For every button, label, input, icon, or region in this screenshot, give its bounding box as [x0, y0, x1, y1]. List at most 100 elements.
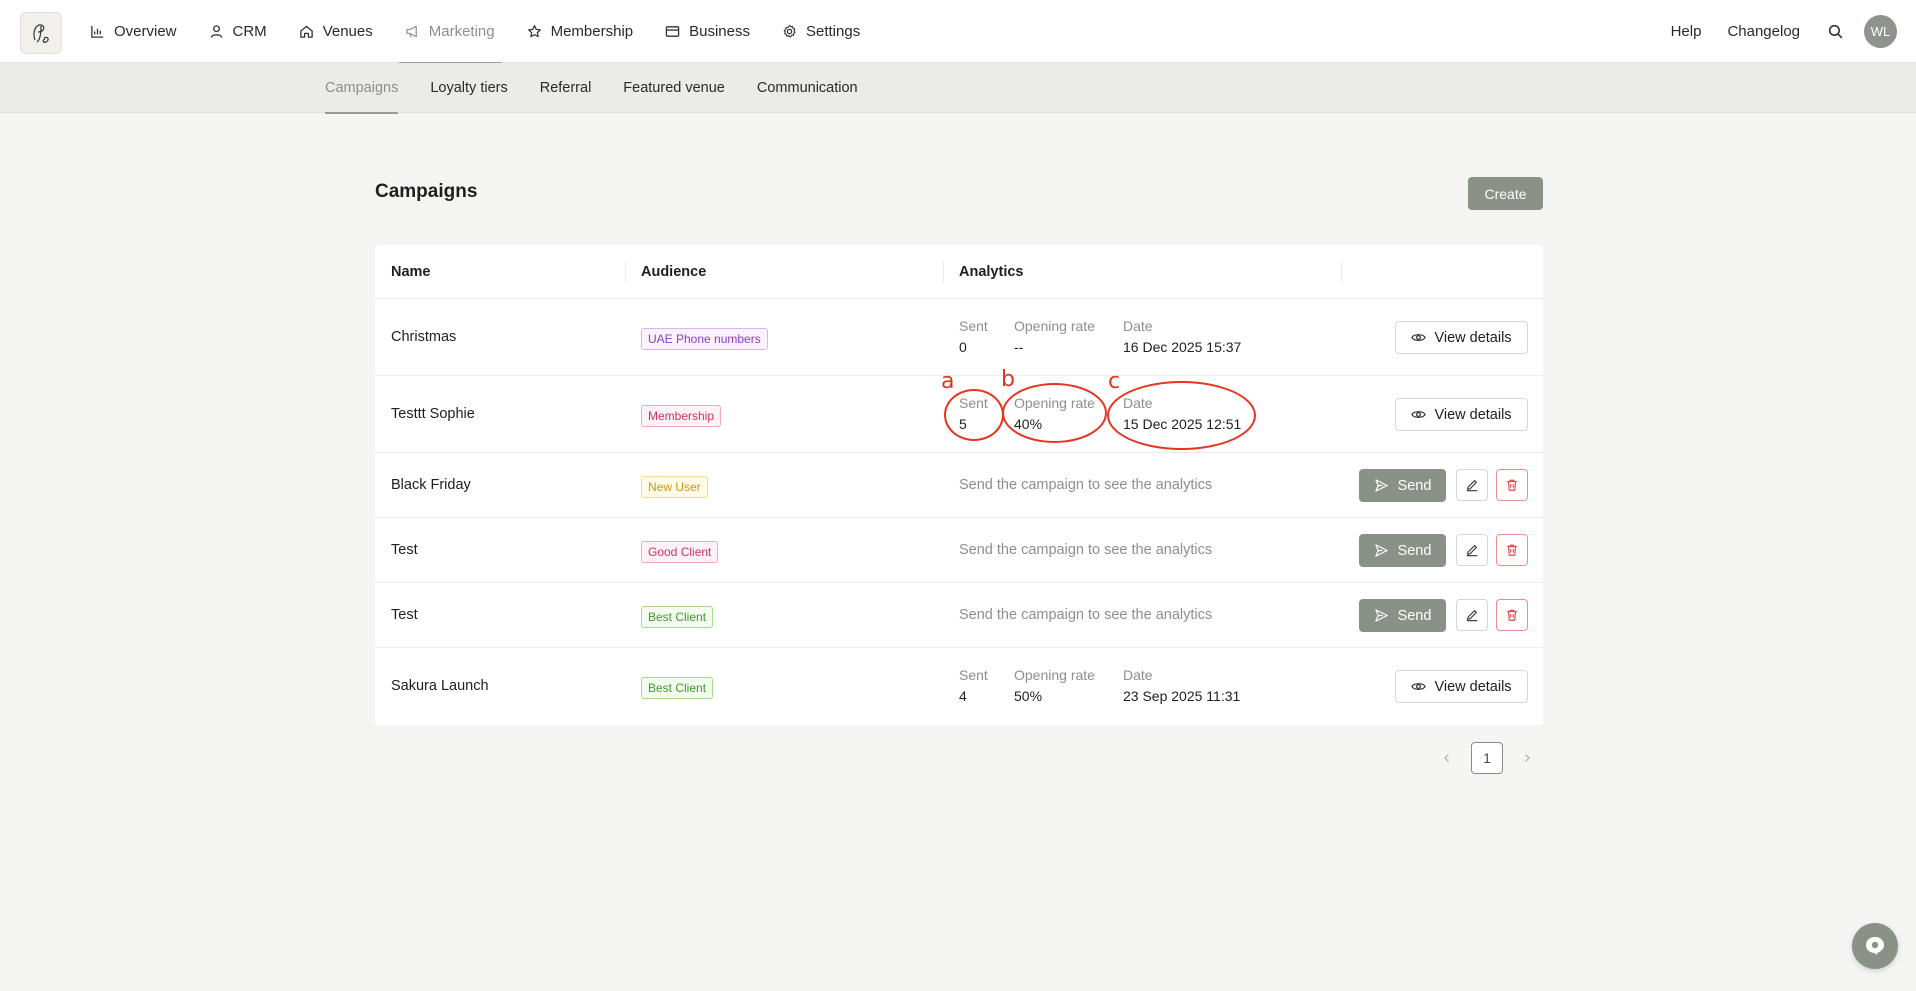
view-details-label: View details	[1434, 678, 1512, 695]
nav-item-settings[interactable]: Settings	[766, 0, 876, 63]
logo-mark-icon	[33, 24, 49, 43]
opening-rate-value: 50%	[1014, 688, 1043, 704]
star-icon	[527, 25, 541, 38]
table-row: Black Friday New User Send the campaign …	[375, 453, 1543, 518]
column-divider	[1341, 261, 1342, 283]
send-button[interactable]: Send	[1359, 469, 1446, 502]
sent-label: Sent	[959, 667, 988, 683]
opening-rate-value: --	[1014, 339, 1024, 355]
eye-icon	[1411, 334, 1427, 341]
analytics-date: Date 16 Dec 2025 15:37	[1123, 318, 1241, 360]
opening-rate-label: Opening rate	[1014, 318, 1095, 334]
send-icon	[1374, 544, 1388, 557]
tab-referral[interactable]: Referral	[540, 63, 592, 113]
view-details-button[interactable]: View details	[1395, 670, 1528, 703]
table-row: Test Best Client Send the campaign to se…	[375, 583, 1543, 648]
edit-button[interactable]	[1456, 469, 1488, 501]
nav-item-overview[interactable]: Overview	[74, 0, 193, 63]
campaign-name: Test	[391, 542, 418, 558]
sub-navigation: Campaigns Loyalty tiers Referral Feature…	[0, 63, 1916, 114]
nav-item-label: CRM	[232, 23, 267, 40]
column-divider	[943, 261, 944, 283]
nav-item-label: Venues	[322, 23, 373, 40]
audience-tag: Membership	[641, 405, 722, 427]
next-page-button[interactable]	[1517, 748, 1537, 768]
avatar[interactable]: WL	[1864, 15, 1897, 48]
send-button[interactable]: Send	[1359, 534, 1446, 567]
analytics-empty-message: Send the campaign to see the analytics	[959, 542, 1213, 558]
analytics-empty-message: Send the campaign to see the analytics	[959, 477, 1213, 493]
analytics-sent: Sent 4	[959, 667, 988, 709]
nav-item-venues[interactable]: Venues	[283, 0, 389, 63]
brand-logo[interactable]	[20, 12, 62, 54]
nav-item-label: Membership	[550, 23, 634, 40]
table-row: Sakura Launch Best Client Sent 4 Opening…	[375, 648, 1543, 725]
table-row: Christmas UAE Phone numbers Sent 0 Openi…	[375, 299, 1543, 376]
pencil-icon	[1466, 610, 1478, 622]
changelog-link[interactable]: Changelog	[1714, 23, 1813, 40]
nav-item-business[interactable]: Business	[649, 0, 766, 63]
delete-button[interactable]	[1496, 469, 1528, 501]
edit-button[interactable]	[1456, 599, 1488, 631]
user-icon	[210, 25, 222, 38]
nav-item-label: Marketing	[428, 23, 495, 40]
chat-bubble-icon	[1866, 937, 1884, 955]
nav-right: Help Changelog WL	[1658, 0, 1916, 63]
send-button[interactable]: Send	[1359, 599, 1446, 632]
trash-icon	[1507, 479, 1517, 491]
view-details-button[interactable]: View details	[1395, 398, 1528, 431]
chevron-left-icon	[1444, 754, 1449, 762]
create-button[interactable]: Create	[1468, 177, 1543, 210]
top-navigation: Overview CRM Venues Marketing Membership…	[0, 0, 1916, 64]
analytics-date: Date 23 Sep 2025 11:31	[1123, 667, 1240, 709]
view-details-button[interactable]: View details	[1395, 321, 1528, 354]
analytics-opening-rate: Opening rate 40%	[1014, 395, 1095, 437]
opening-rate-label: Opening rate	[1014, 667, 1095, 683]
date-value: 23 Sep 2025 11:31	[1123, 688, 1241, 704]
column-header-name: Name	[391, 264, 431, 280]
tab-featured-venue[interactable]: Featured venue	[623, 63, 725, 113]
gear-icon	[783, 24, 796, 38]
nav-item-label: Business	[689, 23, 750, 40]
date-value: 16 Dec 2025 15:37	[1123, 339, 1242, 355]
table-row: Test Good Client Send the campaign to se…	[375, 518, 1543, 583]
campaign-name: Sakura Launch	[391, 678, 489, 694]
view-details-label: View details	[1434, 406, 1512, 423]
chevron-right-icon	[1525, 754, 1530, 762]
analytics-date: Date 15 Dec 2025 12:51	[1123, 395, 1241, 437]
page-number-current[interactable]: 1	[1471, 742, 1503, 774]
nav-item-marketing[interactable]: Marketing	[389, 0, 511, 64]
delete-button[interactable]	[1496, 599, 1528, 631]
previous-page-button[interactable]	[1437, 748, 1457, 768]
pencil-icon	[1466, 545, 1478, 557]
nav-item-membership[interactable]: Membership	[511, 0, 650, 63]
date-label: Date	[1123, 667, 1153, 683]
table-row: Testtt Sophie Membership Sent 5 Opening …	[375, 376, 1543, 453]
edit-button[interactable]	[1456, 534, 1488, 566]
campaign-name: Testtt Sophie	[391, 406, 475, 422]
nav-item-crm[interactable]: CRM	[193, 0, 283, 63]
help-chat-button[interactable]	[1852, 923, 1898, 969]
nav-item-label: Settings	[806, 23, 861, 40]
annotation-label-a: a	[941, 369, 955, 394]
opening-rate-value: 40%	[1014, 416, 1043, 432]
pencil-icon	[1466, 480, 1478, 492]
tab-loyalty-tiers[interactable]: Loyalty tiers	[430, 63, 507, 113]
delete-button[interactable]	[1496, 534, 1528, 566]
send-icon	[1374, 479, 1388, 492]
bar-chart-icon	[91, 25, 104, 38]
tab-communication[interactable]: Communication	[757, 63, 858, 113]
help-link[interactable]: Help	[1658, 23, 1715, 40]
date-value: 15 Dec 2025 12:51	[1123, 416, 1242, 432]
analytics-empty-message: Send the campaign to see the analytics	[959, 607, 1213, 623]
sent-value: 0	[959, 339, 967, 355]
column-divider	[625, 261, 626, 283]
audience-tag: New User	[641, 476, 708, 498]
annotation-label-b: b	[1001, 367, 1015, 392]
opening-rate-label: Opening rate	[1014, 395, 1095, 411]
audience-tag: Good Client	[641, 541, 719, 563]
search-icon[interactable]	[1827, 23, 1844, 40]
send-label: Send	[1397, 607, 1432, 624]
tab-campaigns[interactable]: Campaigns	[325, 63, 399, 114]
audience-tag: Best Client	[641, 606, 714, 628]
